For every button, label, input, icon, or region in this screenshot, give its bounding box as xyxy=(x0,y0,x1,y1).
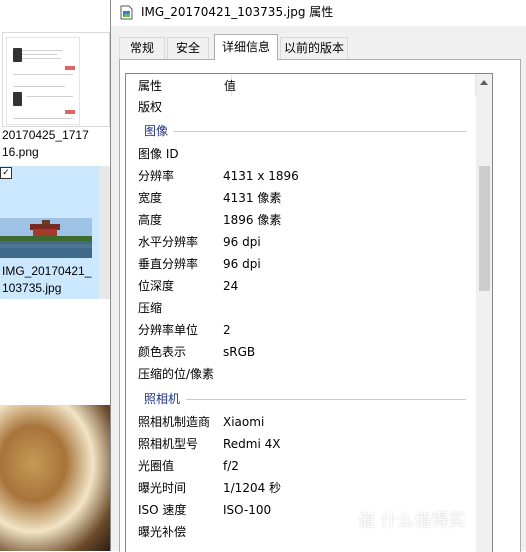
property-name: 压缩 xyxy=(138,301,163,315)
list-header: 属性 值 xyxy=(126,74,476,96)
jpg-thumbnail[interactable] xyxy=(0,218,92,258)
png-thumbnail[interactable] xyxy=(2,32,110,127)
property-name: 水平分辨率 xyxy=(138,235,199,249)
background-painting-image xyxy=(0,405,110,551)
property-row[interactable]: 水平分辨率 96 dpi xyxy=(126,231,476,253)
watermark-text: 值 什么值得买 xyxy=(358,511,466,531)
property-list[interactable]: 属性 值 版权 图像 图像 ID 分辨率 4131 x 1896 宽度 4131 像… xyxy=(125,73,493,552)
section-title: 照相机 xyxy=(144,391,187,407)
property-name: ISO 速度 xyxy=(138,503,187,517)
tab-previous-versions[interactable]: 以前的版本 xyxy=(280,37,348,59)
property-row[interactable]: 曝光时间 1/1204 秒 xyxy=(126,477,476,499)
property-value: Xiaomi xyxy=(223,415,265,429)
scrollbar-thumb[interactable] xyxy=(479,166,490,291)
property-row[interactable]: 分辨率 4131 x 1896 xyxy=(126,165,476,187)
property-name: 照相机制造商 xyxy=(138,415,211,429)
tab-security[interactable]: 安全 xyxy=(167,37,209,59)
property-value: 96 dpi xyxy=(223,257,261,271)
property-row[interactable]: 高度 1896 像素 xyxy=(126,209,476,231)
section-camera: 照相机 xyxy=(126,388,476,410)
property-row[interactable]: 垂直分辨率 96 dpi xyxy=(126,253,476,275)
scroll-up-arrow-icon[interactable] xyxy=(480,80,488,85)
property-name: 高度 xyxy=(138,213,163,227)
property-row[interactable]: 位深度 24 xyxy=(126,275,476,297)
property-value: 2 xyxy=(223,323,231,337)
property-name: 曝光补偿 xyxy=(138,525,187,539)
property-value: 1/1204 秒 xyxy=(223,481,282,495)
jpg-filename-line1[interactable]: IMG_20170421_ xyxy=(2,263,108,280)
property-row[interactable]: 颜色表示 sRGB xyxy=(126,341,476,363)
document-preview-image xyxy=(6,37,80,125)
property-name: 压缩的位/像素 xyxy=(138,367,215,381)
section-divider xyxy=(144,399,466,400)
header-property[interactable]: 属性 xyxy=(138,78,162,94)
tab-details[interactable]: 详细信息 xyxy=(214,34,278,60)
property-row[interactable]: 图像 ID xyxy=(126,143,476,165)
property-row[interactable]: 压缩的位/像素 xyxy=(126,363,476,385)
property-value: ISO-100 xyxy=(223,503,272,517)
property-name: 图像 ID xyxy=(138,147,179,161)
property-value: 4131 x 1896 xyxy=(223,169,299,183)
property-row[interactable]: 光圈值 f/2 xyxy=(126,455,476,477)
property-row[interactable]: 照相机型号 Redmi 4X xyxy=(126,433,476,455)
header-value[interactable]: 值 xyxy=(224,78,236,94)
tab-general[interactable]: 常规 xyxy=(119,37,165,59)
property-name: 照相机型号 xyxy=(138,437,199,451)
tab-strip: 常规 安全 详细信息 以前的版本 xyxy=(111,34,526,60)
property-name: 垂直分辨率 xyxy=(138,257,199,271)
jpg-filename-line2[interactable]: 103735.jpg xyxy=(2,280,108,297)
property-value: 24 xyxy=(223,279,239,293)
property-value: 96 dpi xyxy=(223,235,261,249)
properties-dialog: IMG_20170421_103735.jpg 属性 常规 安全 详细信息 以前… xyxy=(110,0,526,552)
title-bar[interactable]: IMG_20170421_103735.jpg 属性 xyxy=(111,0,526,26)
property-name: 颜色表示 xyxy=(138,345,187,359)
property-value: 1896 像素 xyxy=(223,213,282,227)
file-explorer-background: 20170425_1717 16.png ✓ IMG_20170421_ 103… xyxy=(0,0,110,551)
property-name: 光圈值 xyxy=(138,459,175,473)
png-filename-line2[interactable]: 16.png xyxy=(2,144,108,161)
section-title: 图像 xyxy=(144,123,175,139)
property-name: 版权 xyxy=(138,100,163,114)
section-image: 图像 xyxy=(126,120,476,142)
vertical-scrollbar[interactable] xyxy=(476,74,492,552)
property-value: 4131 像素 xyxy=(223,191,282,205)
section-divider xyxy=(144,131,466,132)
png-filename-line1[interactable]: 20170425_1717 xyxy=(2,127,108,144)
property-row[interactable]: 压缩 xyxy=(126,297,476,319)
property-name: 位深度 xyxy=(138,279,175,293)
property-value: sRGB xyxy=(223,345,256,359)
property-name: 曝光时间 xyxy=(138,481,187,495)
property-name: 分辨率 xyxy=(138,169,175,183)
property-row[interactable]: 版权 xyxy=(126,96,476,118)
property-name: 宽度 xyxy=(138,191,163,205)
property-name: 分辨率单位 xyxy=(138,323,199,337)
property-row[interactable]: 分辨率单位 2 xyxy=(126,319,476,341)
property-value: Redmi 4X xyxy=(223,437,281,451)
property-row[interactable]: 宽度 4131 像素 xyxy=(126,187,476,209)
image-file-icon xyxy=(120,5,133,20)
item-checkbox[interactable]: ✓ xyxy=(0,167,12,179)
property-value: f/2 xyxy=(223,459,239,473)
window-title: IMG_20170421_103735.jpg 属性 xyxy=(141,5,334,19)
property-row[interactable]: 照相机制造商 Xiaomi xyxy=(126,411,476,433)
